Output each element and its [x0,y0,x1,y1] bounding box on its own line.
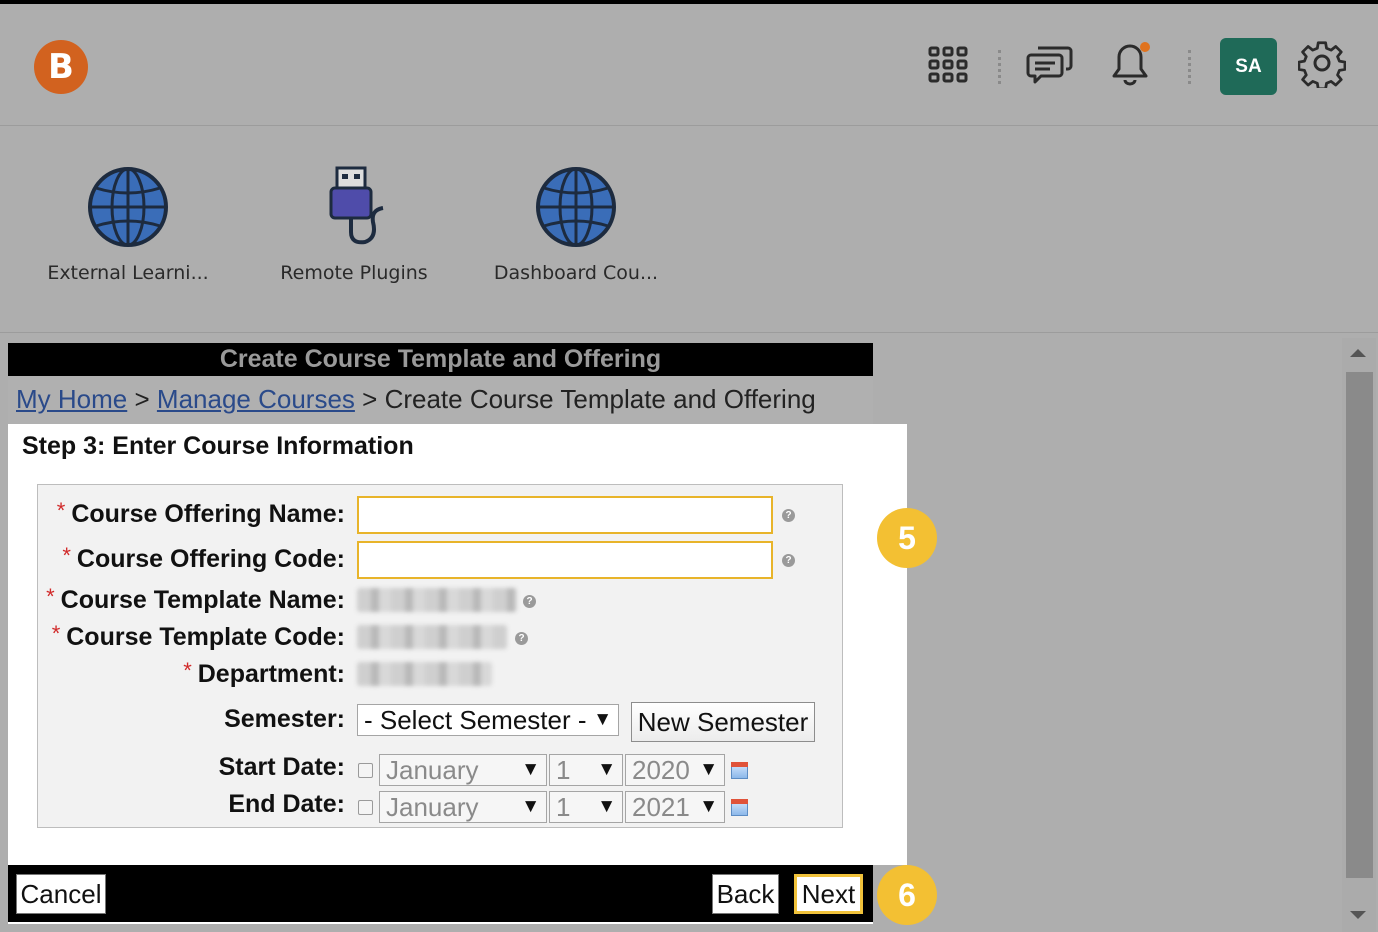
scroll-down-arrow-icon[interactable] [1350,911,1366,919]
end-day-select[interactable]: 1 ▼ [549,791,623,823]
calendar-icon[interactable] [731,762,748,779]
chevron-down-icon: ▼ [597,796,616,817]
help-icon[interactable]: ? [782,509,795,522]
header-separator [998,50,1004,84]
step-heading: Step 3: Enter Course Information [22,432,414,460]
tool-label: External Learni... [47,262,209,284]
breadcrumb-manage-courses[interactable]: Manage Courses [157,384,355,414]
callout-badge-5: 5 [877,508,937,568]
chevron-down-icon: ▼ [593,709,612,730]
notifications-bell-icon[interactable] [1108,40,1154,88]
scrollbar-thumb[interactable] [1346,372,1373,878]
department-value [357,662,492,686]
next-button[interactable]: Next [794,874,863,914]
breadcrumb-my-home[interactable]: My Home [16,384,127,414]
help-icon[interactable]: ? [523,595,536,608]
semester-label: Semester: [224,705,345,733]
messages-icon[interactable] [1026,40,1074,88]
cancel-button[interactable]: Cancel [16,874,106,914]
end-year-select[interactable]: 2021 ▼ [625,791,725,823]
usb-plug-icon [329,166,384,245]
course-offering-name-input[interactable] [357,496,773,534]
end-month-select[interactable]: January ▼ [379,791,547,823]
back-button[interactable]: Back [712,874,779,914]
end-date-checkbox[interactable] [358,800,373,815]
tool-remote-plugins[interactable]: Remote Plugins [254,166,454,284]
course-offering-code-label: * Course Offering Code: [62,543,345,573]
required-asterisk: * [62,543,71,568]
help-icon[interactable]: ? [515,632,528,645]
required-asterisk: * [46,584,55,609]
breadcrumb-separator: > [362,384,378,414]
chevron-down-icon: ▼ [699,759,718,780]
help-icon[interactable]: ? [782,554,795,567]
globe-icon [536,167,616,247]
course-template-name-value [357,588,517,612]
chevron-down-icon: ▼ [521,759,540,780]
dialog-title: Create Course Template and Offering [8,343,873,376]
required-asterisk: * [51,621,61,646]
tool-label: Dashboard Cou... [493,262,659,284]
tool-dashboard-courses[interactable]: Dashboard Cou... [476,166,676,284]
required-asterisk: * [56,498,66,523]
calendar-icon[interactable] [731,799,748,816]
callout-badge-6: 6 [877,865,937,925]
brightspace-logo[interactable]: B [34,40,88,94]
chevron-down-icon: ▼ [699,796,718,817]
course-template-code-value [357,625,507,649]
course-template-name-label: * Course Template Name: [46,584,345,614]
department-label: * Department: [183,658,345,688]
breadcrumb-separator: > [134,384,150,414]
start-date-checkbox[interactable] [358,763,373,778]
header-separator [1188,50,1194,84]
course-offering-code-input[interactable] [357,541,773,579]
apps-grid-icon[interactable] [926,40,970,88]
user-avatar[interactable]: SA [1220,38,1277,95]
course-offering-name-label: * Course Offering Name: [56,498,345,528]
tool-external-learning[interactable]: External Learni... [28,166,228,284]
course-template-code-label: * Course Template Code: [51,621,345,651]
breadcrumb: My Home > Manage Courses > Create Course… [8,376,873,424]
start-year-select[interactable]: 2020 ▼ [625,754,725,786]
start-month-select[interactable]: January ▼ [379,754,547,786]
new-semester-button[interactable]: New Semester [631,702,815,742]
semester-select[interactable]: - Select Semester - ▼ [357,704,619,736]
scroll-up-arrow-icon[interactable] [1350,349,1366,357]
globe-icon [88,167,168,247]
app-header: B SA [0,4,1378,126]
end-date-label: End Date: [228,790,345,818]
breadcrumb-current: Create Course Template and Offering [384,384,816,414]
chevron-down-icon: ▼ [597,759,616,780]
start-day-select[interactable]: 1 ▼ [549,754,623,786]
required-asterisk: * [183,658,192,683]
chevron-down-icon: ▼ [521,796,540,817]
start-date-label: Start Date: [218,753,345,781]
settings-gear-icon[interactable] [1298,40,1346,88]
tool-label: Remote Plugins [280,262,428,284]
